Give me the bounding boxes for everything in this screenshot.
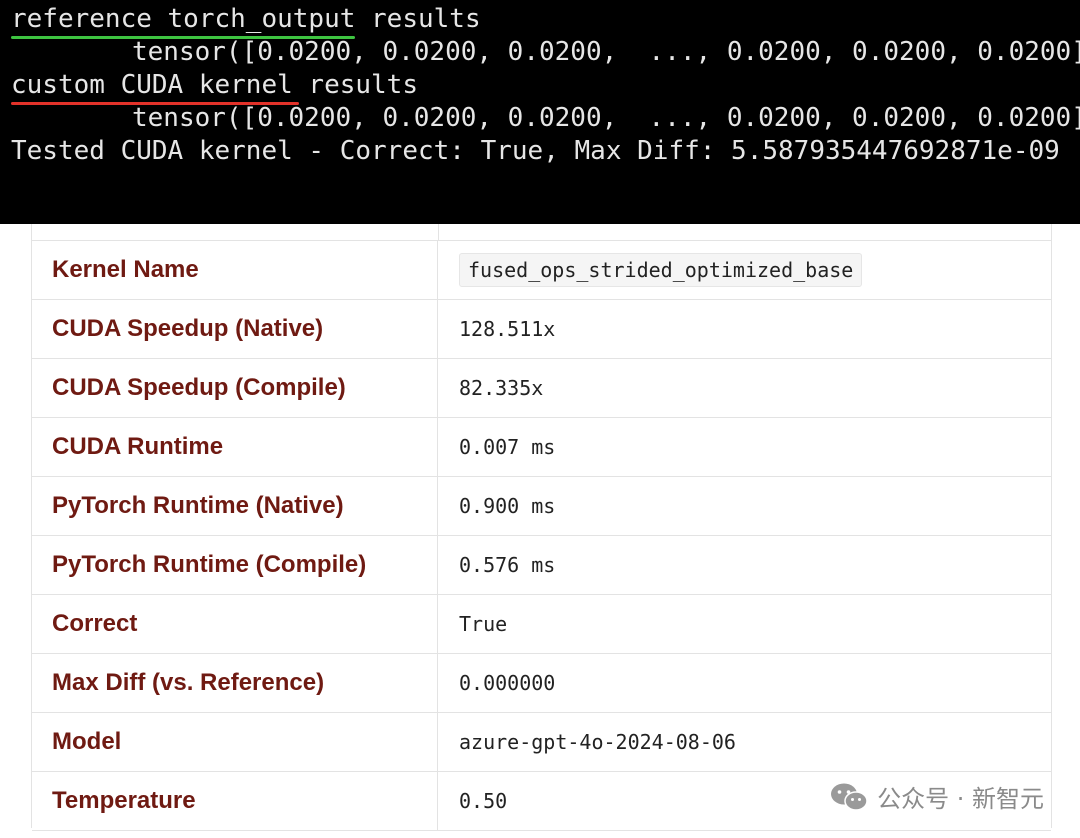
kernel-name-code: fused_ops_strided_optimized_base xyxy=(459,252,863,287)
terminal-line-custom: custom CUDA kernel results xyxy=(11,69,418,105)
row-value: 128.511x xyxy=(459,317,556,341)
row-value: True xyxy=(459,612,508,636)
row-value: 0.000000 xyxy=(459,671,556,695)
terminal-output: reference torch_output results tensor([0… xyxy=(0,0,1080,224)
table-row: Max Diff (vs. Reference) 0.000000 xyxy=(32,654,1051,713)
table-row: PyTorch Runtime (Native) 0.900 ms xyxy=(32,477,1051,536)
row-key: CUDA Speedup (Compile) xyxy=(32,359,438,417)
table-row: CUDA Runtime 0.007 ms xyxy=(32,418,1051,477)
table-top-stub xyxy=(32,224,1051,241)
table-row: CUDA Speedup (Native) 128.511x xyxy=(32,300,1051,359)
row-key: CUDA Speedup (Native) xyxy=(32,300,438,358)
table-row: Model azure-gpt-4o-2024-08-06 xyxy=(32,713,1051,772)
row-key: Temperature xyxy=(32,772,438,830)
table-row: PyTorch Runtime (Compile) 0.576 ms xyxy=(32,536,1051,595)
table-row: Kernel Name fused_ops_strided_optimized_… xyxy=(32,241,1051,300)
table-row: CUDA Speedup (Compile) 82.335x xyxy=(32,359,1051,418)
reference-label: reference torch_output xyxy=(11,4,356,34)
results-table: Kernel Name fused_ops_strided_optimized_… xyxy=(31,224,1052,831)
table-row: Correct True xyxy=(32,595,1051,654)
watermark-text: 公众号 · 新智元 xyxy=(877,785,1044,813)
row-value: fused_ops_strided_optimized_base xyxy=(459,241,863,299)
results-panel: Kernel Name fused_ops_strided_optimized_… xyxy=(0,224,1080,838)
row-value: 0.576 ms xyxy=(459,553,556,577)
reference-suffix: results xyxy=(355,4,481,34)
row-value: 0.007 ms xyxy=(459,435,556,459)
custom-label: custom CUDA kernel xyxy=(11,70,293,100)
tested-summary: Tested CUDA kernel - Correct: True, Max … xyxy=(11,136,1060,166)
row-key: Max Diff (vs. Reference) xyxy=(32,654,438,712)
reference-tensor: tensor([0.0200, 0.0200, 0.0200, ..., 0.0… xyxy=(132,37,1080,67)
terminal-line-reference: reference torch_output results xyxy=(11,3,481,39)
row-value: 0.50 xyxy=(459,789,508,813)
wechat-icon xyxy=(829,782,869,812)
row-value: azure-gpt-4o-2024-08-06 xyxy=(459,730,736,754)
row-value: 82.335x xyxy=(459,376,544,400)
row-key: PyTorch Runtime (Native) xyxy=(32,477,438,535)
row-value: 0.900 ms xyxy=(459,494,556,518)
row-key: Kernel Name xyxy=(32,241,438,299)
row-key: Correct xyxy=(32,595,438,653)
custom-suffix: results xyxy=(292,70,418,100)
row-key: Model xyxy=(32,713,438,771)
row-key: CUDA Runtime xyxy=(32,418,438,476)
custom-tensor: tensor([0.0200, 0.0200, 0.0200, ..., 0.0… xyxy=(132,103,1080,133)
watermark: 公众号 · 新智元 xyxy=(829,779,1044,814)
row-key: PyTorch Runtime (Compile) xyxy=(32,536,438,594)
